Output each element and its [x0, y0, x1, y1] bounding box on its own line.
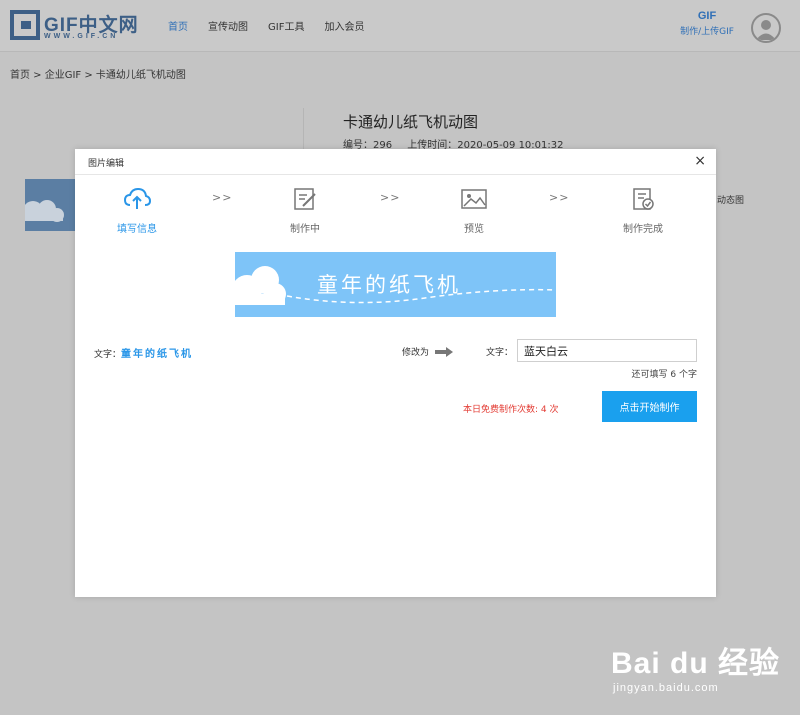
detail-divider	[303, 108, 304, 153]
step-label: 制作完成	[623, 224, 663, 235]
breadcrumb[interactable]: 首页 > 企业GIF > 卡通幼儿纸飞机动图	[10, 66, 186, 81]
logo-domain: WWW.GIF.CN	[44, 33, 119, 40]
site-logo[interactable]: GIF中文网 WWW.GIF.CN	[10, 10, 140, 44]
cloud-thumbnail-icon	[25, 200, 64, 222]
watermark-logo: Bai du 经验	[611, 647, 781, 680]
new-text-label: 文字：	[486, 348, 514, 358]
nav-promo-gifs[interactable]: 宣传动图	[208, 18, 248, 33]
step-arrow: >>	[549, 191, 570, 204]
cloud-upload-icon	[123, 187, 152, 209]
step-label: 制作中	[290, 224, 320, 235]
baidu-jingyan-watermark: Bai du 经验 jingyan.baidu.com	[611, 628, 781, 700]
make-upload-badge: GIF	[697, 10, 717, 22]
close-icon[interactable]: ×	[694, 154, 706, 168]
user-avatar[interactable]	[751, 13, 781, 43]
step-fill-info: 填写信息	[102, 187, 172, 235]
gif-thumbnail	[25, 179, 75, 231]
detail-title: 卡通幼儿纸飞机动图	[343, 113, 479, 131]
nav-gif-tools[interactable]: GIF工具	[268, 18, 304, 33]
image-preview-icon	[461, 189, 487, 209]
modify-label: 修改为	[402, 348, 430, 358]
make-upload-gif-link[interactable]: GIF 制作/上传GIF	[676, 10, 738, 37]
step-label: 预览	[464, 224, 484, 235]
original-text-label: 文字：	[94, 350, 122, 360]
main-nav: 首页 宣传动图 GIF工具 加入会员	[168, 18, 384, 33]
start-making-button[interactable]: 点击开始制作	[602, 391, 697, 422]
modal-header: 图片编辑 ×	[75, 149, 716, 175]
side-description: 动态图	[717, 196, 745, 206]
step-label: 填写信息	[117, 224, 157, 235]
step-preview: 预览	[439, 187, 509, 235]
original-text-value: 童年的纸飞机	[121, 349, 194, 360]
document-check-icon	[633, 188, 654, 210]
logo-mark-icon	[10, 10, 40, 40]
image-edit-modal: 图片编辑 × 填写信息 >> 制作中 >> 预览 >> 制作完成 童年的纸飞机 …	[75, 149, 716, 597]
modal-title: 图片编辑	[88, 159, 125, 169]
original-text-row: 文字：童年的纸飞机	[94, 345, 193, 360]
banner-text: 童年的纸飞机	[317, 273, 461, 297]
user-avatar-icon	[756, 20, 776, 40]
arrow-right-icon	[435, 346, 454, 357]
step-complete: 制作完成	[608, 187, 678, 235]
top-navigation-bar: GIF中文网 WWW.GIF.CN 首页 宣传动图 GIF工具 加入会员 GIF…	[0, 0, 800, 52]
daily-quota-text: 本日免费制作次数: 4 次	[463, 405, 559, 415]
watermark-url: jingyan.baidu.com	[613, 682, 719, 694]
make-upload-label: 制作/上传GIF	[680, 27, 734, 37]
step-arrow: >>	[212, 191, 233, 204]
remaining-chars: 还可填写 6 个字	[631, 370, 697, 380]
nav-join-member[interactable]: 加入会员	[324, 18, 364, 33]
gif-preview-banner: 童年的纸飞机	[235, 252, 556, 317]
new-text-input[interactable]	[517, 339, 697, 362]
nav-home[interactable]: 首页	[168, 18, 188, 33]
step-making: 制作中	[270, 187, 340, 235]
modify-to-indicator: 修改为	[402, 345, 454, 358]
edit-document-icon	[294, 188, 316, 210]
step-arrow: >>	[380, 191, 401, 204]
